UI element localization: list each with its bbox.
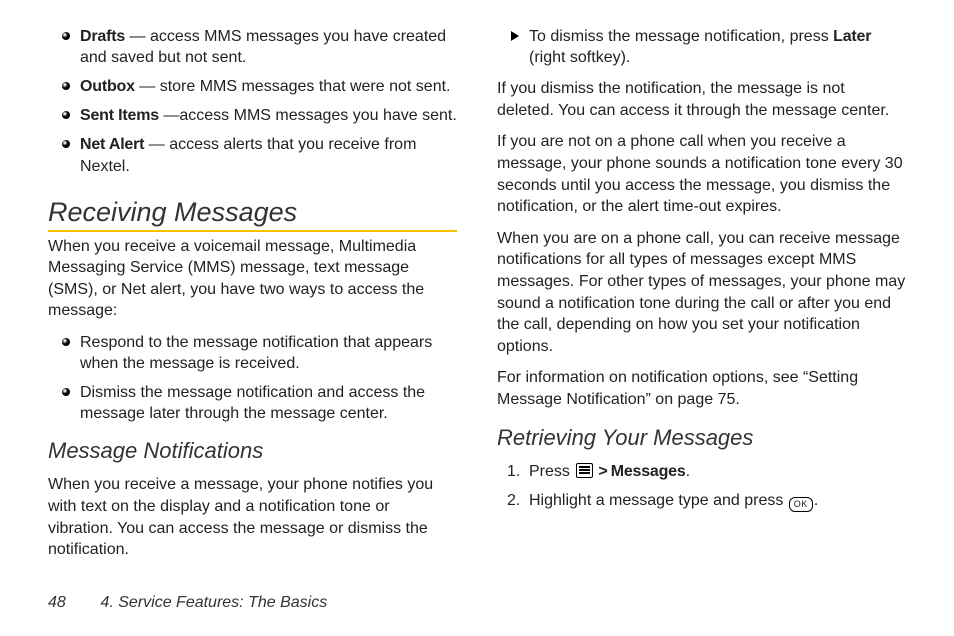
- list-item: Dismiss the message notification and acc…: [66, 382, 457, 424]
- dismiss-list: To dismiss the message notification, pre…: [497, 26, 906, 68]
- access-options-list: Respond to the message notification that…: [48, 332, 457, 424]
- messages-menu-label: Messages: [611, 463, 686, 480]
- folder-desc: — store MMS messages that were not sent.: [135, 78, 451, 95]
- folder-label: Net Alert: [80, 136, 144, 153]
- page-footer: 48 4. Service Features: The Basics: [48, 594, 327, 612]
- folder-label: Sent Items: [80, 107, 159, 124]
- subsection-heading-retrieving: Retrieving Your Messages: [497, 425, 906, 451]
- dismiss-prefix: To dismiss the message notification, pre…: [529, 28, 833, 45]
- chevron-right-icon: >: [598, 463, 607, 480]
- step-suffix: .: [686, 463, 690, 480]
- list-item: Outbox — store MMS messages that were no…: [66, 76, 457, 97]
- list-item: Press >Messages.: [515, 461, 906, 482]
- folder-label: Drafts: [80, 28, 125, 45]
- list-item: Respond to the message notification that…: [66, 332, 457, 374]
- list-item: To dismiss the message notification, pre…: [515, 26, 906, 68]
- info-paragraph: For information on notification options,…: [497, 367, 906, 410]
- notifications-paragraph: When you receive a message, your phone n…: [48, 474, 457, 560]
- menu-key-icon: [576, 463, 593, 478]
- section-heading-receiving: Receiving Messages: [48, 197, 457, 232]
- list-item: Sent Items —access MMS messages you have…: [66, 105, 457, 126]
- ok-key-icon: OK: [789, 497, 813, 512]
- after-dismiss-paragraph: If you dismiss the notification, the mes…: [497, 78, 906, 121]
- subsection-heading-notifications: Message Notifications: [48, 438, 457, 464]
- page-number: 48: [48, 594, 96, 612]
- later-softkey-label: Later: [833, 28, 871, 45]
- not-on-call-paragraph: If you are not on a phone call when you …: [497, 131, 906, 217]
- page-content: Drafts — access MMS messages you have cr…: [0, 0, 954, 568]
- folder-desc: —access MMS messages you have sent.: [159, 107, 457, 124]
- dismiss-suffix: (right softkey).: [529, 49, 630, 66]
- steps-list: Press >Messages. Highlight a message typ…: [497, 461, 906, 512]
- step-prefix: Press: [529, 463, 574, 480]
- on-call-paragraph: When you are on a phone call, you can re…: [497, 228, 906, 358]
- folder-list: Drafts — access MMS messages you have cr…: [48, 26, 457, 177]
- step-suffix: .: [814, 492, 818, 509]
- intro-paragraph: When you receive a voicemail message, Mu…: [48, 236, 457, 322]
- list-item: Drafts — access MMS messages you have cr…: [66, 26, 457, 68]
- step-prefix: Highlight a message type and press: [529, 492, 788, 509]
- folder-label: Outbox: [80, 78, 135, 95]
- list-item: Highlight a message type and press OK.: [515, 490, 906, 512]
- footer-chapter: 4. Service Features: The Basics: [100, 594, 327, 611]
- folder-desc: — access MMS messages you have created a…: [80, 28, 446, 66]
- list-item: Net Alert — access alerts that you recei…: [66, 134, 457, 176]
